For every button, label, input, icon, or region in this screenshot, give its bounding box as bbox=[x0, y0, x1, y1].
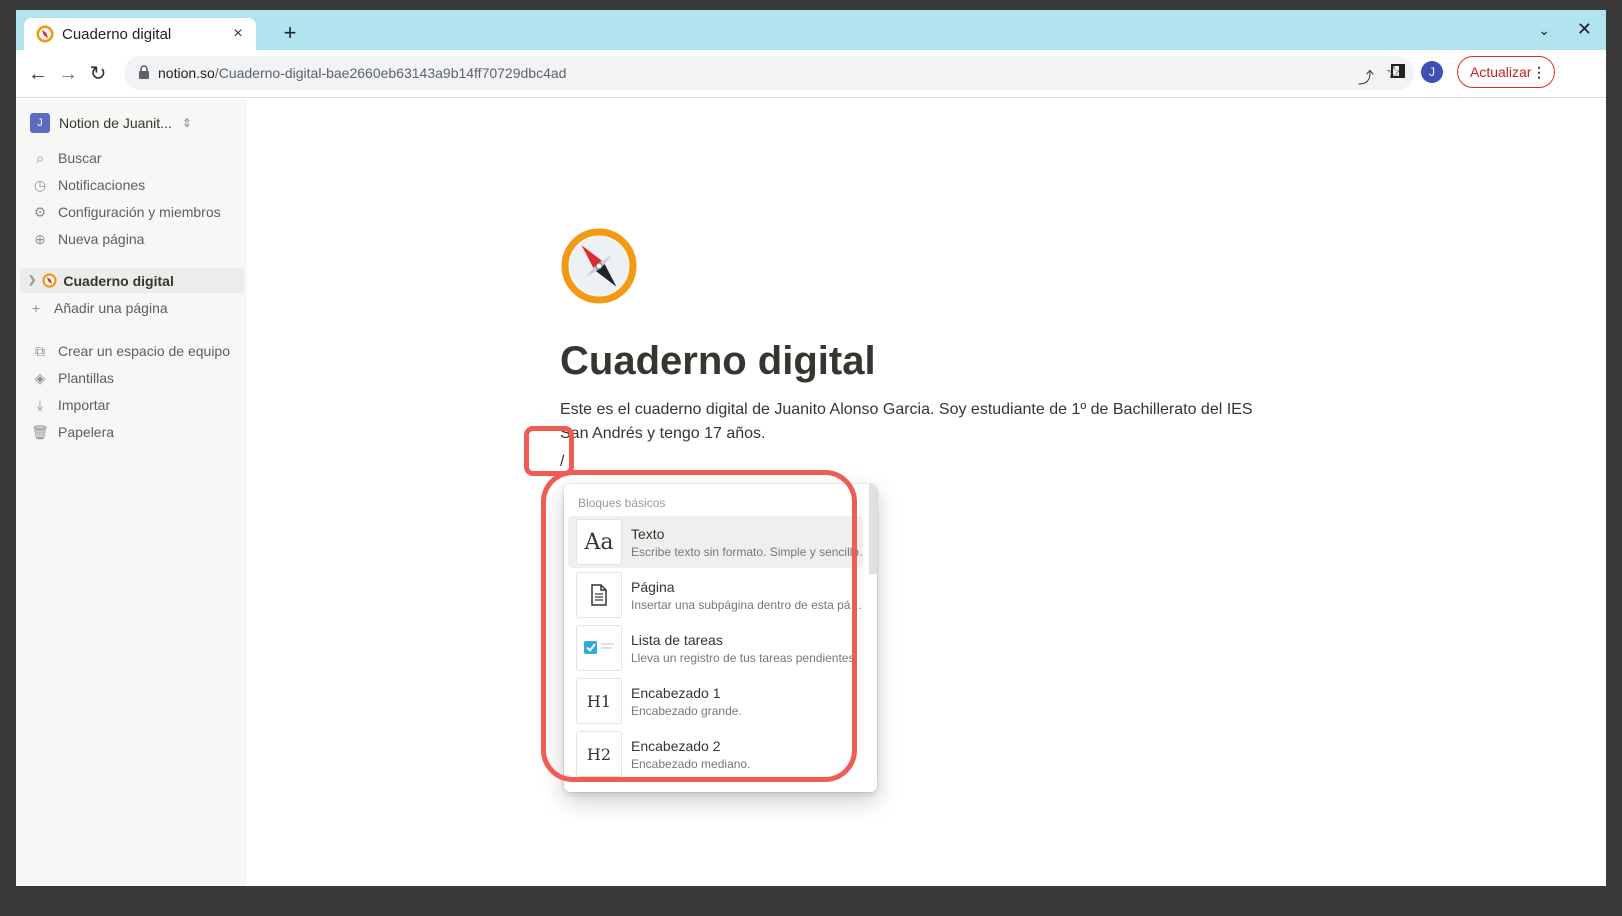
menu-item-desc: Escribe texto sin formato. Simple y senc… bbox=[631, 544, 863, 559]
compass-favicon-icon bbox=[36, 25, 54, 43]
sidebar-item-label: Notificaciones bbox=[58, 177, 146, 193]
update-button[interactable]: Actualizar ⋮ bbox=[1457, 56, 1555, 88]
expand-chevron-icon[interactable]: ❯ bbox=[28, 275, 36, 286]
text-icon: Aa bbox=[576, 519, 622, 565]
share-icon[interactable]: ⤴ bbox=[1358, 64, 1374, 88]
sidebar-item-label: Plantillas bbox=[58, 370, 115, 386]
sidebar-item-plantillas[interactable]: ◈ Plantillas bbox=[30, 366, 114, 390]
url-text: notion.so/Cuaderno-digital-bae2660eb6314… bbox=[158, 65, 566, 81]
compass-page-icon[interactable] bbox=[560, 227, 638, 305]
sidebar-page-label: Cuaderno digital bbox=[63, 272, 174, 289]
heading2-icon: H2 bbox=[576, 731, 622, 777]
tab-close-icon[interactable]: × bbox=[228, 25, 248, 43]
tab-cuaderno-digital[interactable]: Cuaderno digital × bbox=[24, 18, 256, 50]
sidebar-item-configuracion[interactable]: ⚙ Configuración y miembros bbox=[30, 200, 221, 224]
sidebar-item-crear-espacio[interactable]: ⧉ Crear un espacio de equipo bbox=[30, 339, 230, 363]
workspace-name: Notion de Juanit... bbox=[59, 115, 172, 131]
page-content: Cuaderno digital Este es el cuaderno dig… bbox=[247, 99, 1606, 886]
sidebar-item-label: Crear un espacio de equipo bbox=[58, 343, 231, 359]
window-close-icon[interactable]: ✕ bbox=[1577, 19, 1592, 40]
sidebar-item-label: Buscar bbox=[58, 150, 102, 166]
menu-item-name: Página bbox=[631, 578, 675, 595]
profile-avatar[interactable]: J bbox=[1421, 61, 1443, 83]
tab-title: Cuaderno digital bbox=[62, 25, 172, 43]
sidebar-page-cuaderno-digital[interactable]: ❯ Cuaderno digital bbox=[20, 268, 244, 293]
menu-item-name: Encabezado 2 bbox=[631, 737, 721, 754]
slash-command-input[interactable]: / bbox=[560, 453, 564, 471]
menu-item-name: Lista de tareas bbox=[631, 631, 723, 648]
screenshot-stage: Cuaderno digital × + ⌄ ✕ ← → ↻ notion.so… bbox=[0, 0, 1622, 916]
menu-item-name: Texto bbox=[631, 525, 665, 542]
menu-item-desc: Insertar una subpágina dentro de esta pá… bbox=[631, 597, 863, 612]
plus-icon: + bbox=[31, 300, 41, 316]
clock-icon: ◷ bbox=[33, 176, 47, 193]
tab-strip: Cuaderno digital × + ⌄ ✕ bbox=[16, 10, 1606, 50]
sidebar-item-notificaciones[interactable]: ◷ Notificaciones bbox=[30, 173, 145, 197]
page-icon bbox=[576, 572, 622, 618]
new-tab-button[interactable]: + bbox=[278, 22, 302, 44]
todo-icon bbox=[576, 625, 622, 671]
forward-arrow-icon[interactable]: → bbox=[56, 62, 80, 86]
page-paragraph[interactable]: Este es el cuaderno digital de Juanito A… bbox=[560, 398, 1260, 446]
menu-item-lista-de-tareas[interactable]: Lista de tareas Lleva un registro de tus… bbox=[568, 622, 863, 674]
page-title[interactable]: Cuaderno digital bbox=[560, 339, 876, 384]
workspace-avatar: J bbox=[30, 113, 50, 133]
back-arrow-icon[interactable]: ← bbox=[26, 62, 50, 86]
sidebar-item-buscar[interactable]: ⌕ Buscar bbox=[30, 146, 102, 170]
sidebar-item-label: Nueva página bbox=[58, 231, 145, 247]
menu-section-label: Bloques básicos bbox=[578, 496, 666, 510]
add-page-label: Añadir una página bbox=[54, 300, 168, 316]
sidebar-item-label: Importar bbox=[58, 397, 111, 413]
sidebar-item-label: Papelera bbox=[58, 424, 115, 440]
browser-toolbar: ← → ↻ notion.so/Cuaderno-digital-bae2660… bbox=[16, 50, 1606, 98]
gear-icon: ⚙ bbox=[33, 203, 47, 220]
tab-search-chevron-icon[interactable]: ⌄ bbox=[1538, 22, 1550, 39]
heading1-icon: H1 bbox=[576, 678, 622, 724]
notion-sidebar: J Notion de Juanit... ⇕ ⌕ Buscar ◷ Notif… bbox=[16, 99, 247, 886]
update-label: Actualizar bbox=[1470, 64, 1532, 80]
browser-menu-icon[interactable]: ⋮ bbox=[1532, 57, 1546, 87]
menu-item-desc: Encabezado grande. bbox=[631, 703, 742, 718]
sidebar-item-papelera[interactable]: 🗑 Papelera bbox=[30, 420, 114, 444]
search-icon: ⌕ bbox=[36, 149, 44, 166]
menu-item-texto[interactable]: Aa Texto Escribe texto sin formato. Simp… bbox=[568, 516, 863, 568]
compass-icon bbox=[42, 273, 58, 288]
download-icon: ⤓ bbox=[36, 396, 44, 413]
sidebar-item-importar[interactable]: ⤓ Importar bbox=[30, 393, 110, 417]
url-host: notion.so bbox=[158, 65, 215, 81]
menu-scrollbar[interactable] bbox=[869, 484, 877, 574]
menu-item-name: Encabezado 1 bbox=[631, 684, 721, 701]
workspace-switcher[interactable]: J Notion de Juanit... ⇕ bbox=[30, 113, 192, 133]
team-icon: ⧉ bbox=[35, 342, 45, 359]
chevron-updown-icon: ⇕ bbox=[181, 116, 192, 130]
reload-icon[interactable]: ↻ bbox=[86, 62, 110, 86]
address-bar[interactable]: notion.so/Cuaderno-digital-bae2660eb6314… bbox=[124, 56, 1414, 90]
slash-command-menu: Bloques básicos Aa Texto Escribe texto s… bbox=[564, 484, 877, 792]
menu-item-pagina[interactable]: Página Insertar una subpágina dentro de … bbox=[568, 569, 863, 621]
menu-item-encabezado-1[interactable]: H1 Encabezado 1 Encabezado grande. bbox=[568, 675, 863, 727]
add-page-button[interactable]: + Añadir una página bbox=[26, 296, 168, 320]
url-path: /Cuaderno-digital-bae2660eb63143a9b14ff7… bbox=[214, 65, 567, 81]
menu-item-desc: Lleva un registro de tus tareas pendient… bbox=[631, 650, 858, 665]
side-panel-icon[interactable] bbox=[1391, 64, 1405, 78]
templates-icon: ◈ bbox=[34, 369, 46, 386]
trash-icon: 🗑 bbox=[31, 423, 49, 440]
sidebar-item-nueva-pagina[interactable]: ⊕ Nueva página bbox=[30, 227, 144, 251]
browser-window: Cuaderno digital × + ⌄ ✕ ← → ↻ notion.so… bbox=[16, 10, 1606, 886]
lock-icon bbox=[139, 65, 149, 79]
menu-item-encabezado-2[interactable]: H2 Encabezado 2 Encabezado mediano. bbox=[568, 728, 863, 780]
sidebar-item-label: Configuración y miembros bbox=[58, 204, 221, 220]
menu-item-desc: Encabezado mediano. bbox=[631, 756, 751, 771]
plus-circle-icon: ⊕ bbox=[34, 230, 46, 247]
